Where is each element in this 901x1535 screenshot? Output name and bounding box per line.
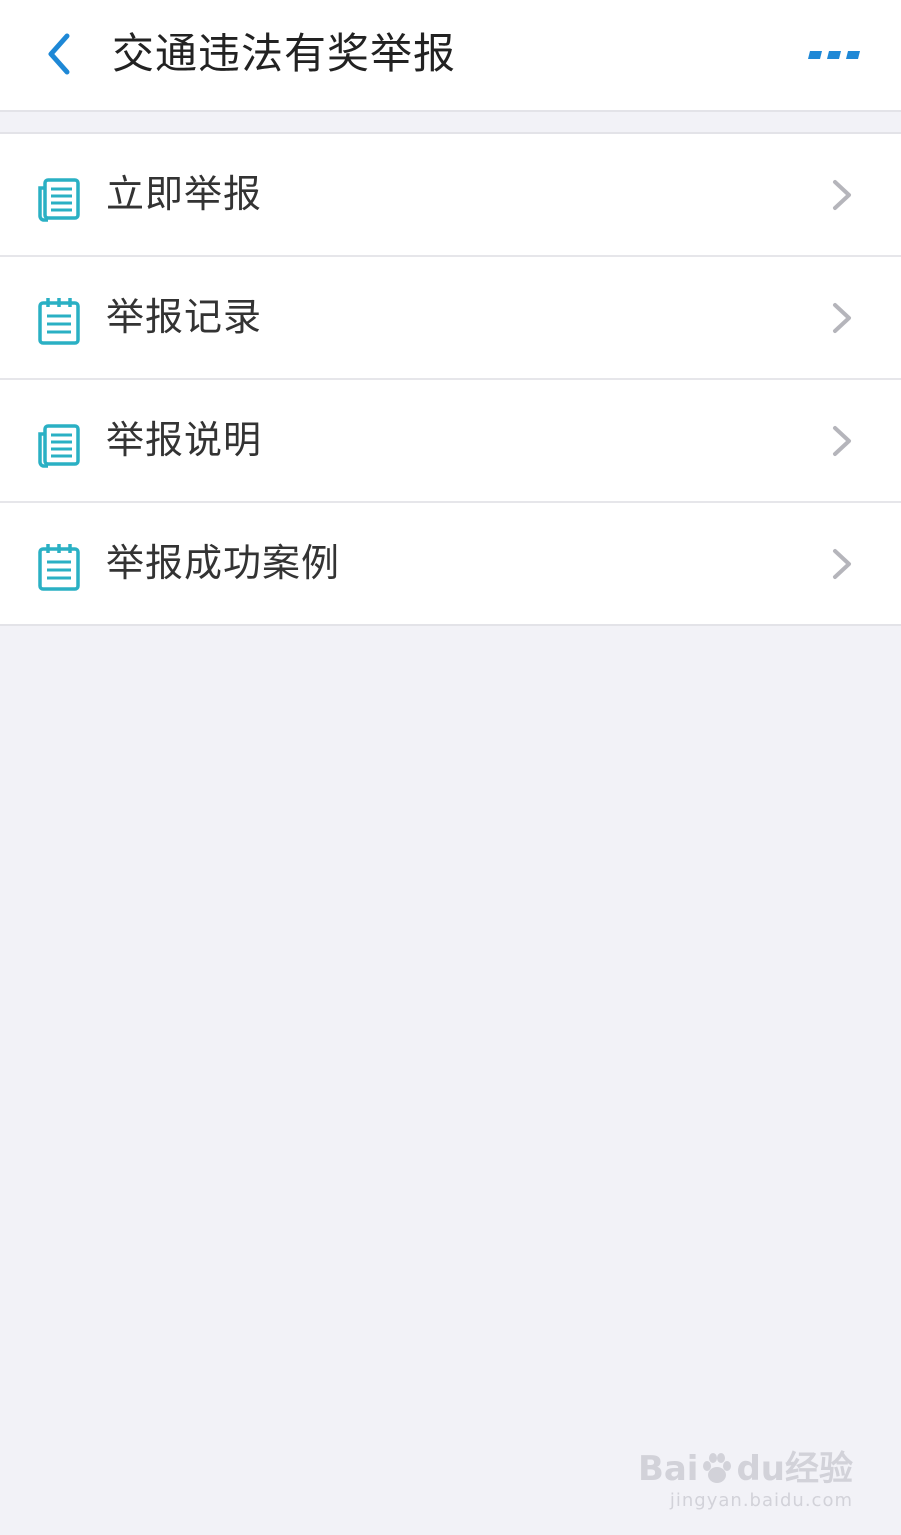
chevron-right-icon	[833, 549, 851, 579]
more-button[interactable]	[799, 30, 869, 80]
menu-item-label: 举报成功案例	[106, 541, 341, 585]
back-button[interactable]	[28, 22, 88, 86]
menu-item-report-now[interactable]: 立即举报	[0, 134, 901, 257]
chevron-right-icon	[833, 180, 851, 210]
watermark-brand: Bai du 经验	[638, 1449, 853, 1489]
menu-item-label: 举报记录	[106, 295, 263, 339]
paw-icon	[703, 1453, 732, 1483]
chevron-right-icon	[833, 426, 851, 456]
menu-item-label: 立即举报	[106, 172, 263, 216]
watermark-brand-suffix: 经验	[785, 1449, 853, 1489]
page-title: 交通违法有奖举报	[112, 29, 457, 78]
chevron-right-icon	[833, 303, 851, 333]
menu-item-report-instructions[interactable]: 举报说明	[0, 380, 901, 503]
menu-list: 立即举报 举报记录 举报说明 举报成功案例	[0, 132, 901, 626]
menu-item-success-cases[interactable]: 举报成功案例	[0, 503, 901, 624]
watermark-site: jingyan.baidu.com	[669, 1490, 853, 1511]
more-dots-icon	[808, 51, 860, 59]
menu-item-report-records[interactable]: 举报记录	[0, 257, 901, 380]
nav-bar: 交通违法有奖举报	[0, 0, 901, 112]
document-list-icon	[38, 178, 80, 222]
menu-item-label: 举报说明	[106, 418, 263, 462]
chevron-left-icon	[48, 33, 70, 75]
notepad-icon	[38, 544, 80, 591]
watermark-brand-right: du	[736, 1449, 785, 1489]
notepad-icon	[38, 298, 80, 345]
document-list-icon	[38, 424, 80, 468]
watermark-brand-left: Bai	[637, 1449, 699, 1489]
baidu-jingyan-watermark: Bai du 经验 jingyan.baidu.com	[638, 1449, 853, 1513]
